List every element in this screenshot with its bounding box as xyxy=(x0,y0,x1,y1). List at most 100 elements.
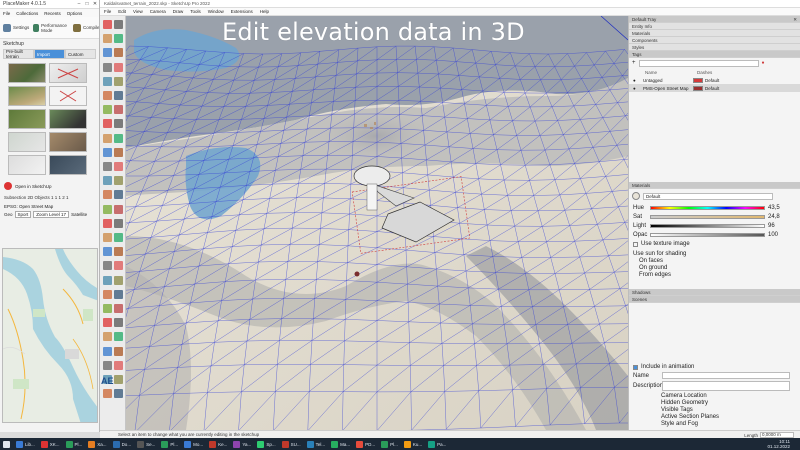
shadow-option[interactable]: On ground xyxy=(633,265,796,272)
zoom-select[interactable]: Zoom Level 17 xyxy=(33,211,70,218)
opacity-slider[interactable] xyxy=(650,233,765,237)
tool-icon[interactable] xyxy=(114,91,123,100)
tool-icon[interactable] xyxy=(114,360,123,370)
close-icon[interactable]: ✕ xyxy=(793,16,797,23)
menu-extensions[interactable]: Extensions xyxy=(231,8,253,15)
terrain-mesh[interactable] xyxy=(126,16,628,430)
taskbar-app[interactable]: Sp... xyxy=(254,439,278,449)
tool-icon[interactable] xyxy=(103,91,112,100)
terrain-thumbnail[interactable] xyxy=(49,109,87,129)
tool-icon[interactable] xyxy=(103,76,112,86)
taskbar-app[interactable]: XK... xyxy=(38,439,63,449)
taskbar-app[interactable]: Xa... xyxy=(85,439,109,449)
tool-icon[interactable] xyxy=(114,318,123,328)
tool-icon[interactable] xyxy=(103,261,112,271)
tab-options[interactable]: Options xyxy=(67,11,83,16)
tray-section-materials[interactable]: Materials xyxy=(629,30,800,37)
tool-icon[interactable] xyxy=(114,76,123,86)
menu-view[interactable]: View xyxy=(133,8,143,15)
tool-icon[interactable] xyxy=(114,289,123,299)
taskbar-app[interactable]: PD... xyxy=(353,439,378,449)
tool-icon[interactable] xyxy=(114,233,123,242)
tool-icon[interactable] xyxy=(114,162,123,171)
tag-row[interactable]: ● Untagged Default xyxy=(629,76,800,84)
subtab-custom[interactable]: Custom xyxy=(65,49,96,59)
taskbar-app[interactable]: Ya... xyxy=(230,439,254,449)
tool-icon[interactable] xyxy=(114,62,123,72)
terrain-thumbnail[interactable] xyxy=(8,155,46,175)
tool-icon[interactable] xyxy=(114,105,123,115)
tool-icon[interactable] xyxy=(114,389,123,399)
opacity-value[interactable]: 100 xyxy=(768,232,778,238)
menu-draw[interactable]: Draw xyxy=(173,8,184,15)
scene-description-input[interactable] xyxy=(662,381,790,391)
tool-icon[interactable] xyxy=(103,119,112,129)
tool-icon[interactable] xyxy=(103,318,112,328)
taskbar-app[interactable]: Se... xyxy=(134,439,158,449)
tool-icon[interactable] xyxy=(103,247,112,257)
model-viewport[interactable]: Edit elevation data in 3D xyxy=(126,16,628,430)
tray-section-entity-info[interactable]: Entity Info xyxy=(629,23,800,30)
sat-value[interactable]: 24,8 xyxy=(768,214,780,220)
tag-dashes[interactable]: Default xyxy=(705,78,719,83)
taskbar-app[interactable]: SU... xyxy=(279,439,304,449)
tool-icon[interactable] xyxy=(103,389,112,399)
taskbar-app[interactable]: Pl... xyxy=(63,439,86,449)
tool-icon[interactable] xyxy=(114,190,123,200)
terrain-thumbnail[interactable] xyxy=(8,63,46,83)
shadow-option[interactable]: Use sun for shading xyxy=(633,251,796,258)
scene-prop-option[interactable]: Hidden Geometry xyxy=(661,400,796,407)
terrain-thumbnail[interactable] xyxy=(49,132,87,152)
tool-icon[interactable] xyxy=(103,304,112,313)
tool-icon[interactable] xyxy=(114,304,123,313)
sat-slider[interactable] xyxy=(650,215,765,219)
light-slider[interactable] xyxy=(650,224,765,228)
tool-icon[interactable] xyxy=(114,332,123,342)
tool-icon[interactable] xyxy=(103,360,112,370)
tool-icon[interactable] xyxy=(103,34,112,44)
tool-icon[interactable] xyxy=(103,204,112,214)
menu-tools[interactable]: Tools xyxy=(190,8,201,15)
subtab-import[interactable]: Import xyxy=(34,49,65,59)
terrain-thumbnail[interactable] xyxy=(8,132,46,152)
tool-icon[interactable] xyxy=(114,48,123,58)
tool-icon[interactable] xyxy=(114,375,123,384)
tray-section-styles[interactable]: Styles xyxy=(629,44,800,51)
taskbar-app[interactable]: Mo... xyxy=(181,439,206,449)
shadow-option[interactable]: From edges xyxy=(633,272,796,279)
tool-icon[interactable] xyxy=(103,332,112,342)
close-icon[interactable]: ✕ xyxy=(91,1,99,7)
tool-icon[interactable] xyxy=(114,346,123,356)
tool-icon[interactable] xyxy=(114,133,123,143)
texture-checkbox[interactable] xyxy=(633,241,638,247)
tool-icon[interactable] xyxy=(103,62,112,72)
tab-recents[interactable]: Recents xyxy=(44,11,61,16)
shadows-panel-header[interactable]: Shadows xyxy=(629,289,800,296)
tool-icon[interactable] xyxy=(114,119,123,129)
taskbar-app[interactable]: Ke... xyxy=(206,439,230,449)
open-in-sketchup-button[interactable]: Open in SketchUp xyxy=(0,179,99,193)
tool-icon[interactable] xyxy=(103,233,112,242)
tool-icon[interactable] xyxy=(103,346,112,356)
scene-name-input[interactable] xyxy=(662,372,790,379)
terrain-thumbnail[interactable] xyxy=(49,63,87,83)
compile-button[interactable]: Compile xyxy=(73,23,99,32)
material-swatch[interactable] xyxy=(632,192,640,200)
tool-icon[interactable] xyxy=(103,133,112,143)
minimize-icon[interactable]: – xyxy=(75,1,83,7)
material-name-input[interactable]: Default xyxy=(643,192,773,200)
tray-section-components[interactable]: Components xyxy=(629,37,800,44)
performance-button[interactable]: Performance Mode xyxy=(33,23,69,33)
terrain-thumbnail[interactable] xyxy=(49,86,87,106)
menu-camera[interactable]: Camera xyxy=(150,8,166,15)
tool-icon[interactable] xyxy=(114,218,123,228)
menu-window[interactable]: Window xyxy=(208,8,224,15)
taskbar-app[interactable]: Lib... xyxy=(13,439,38,449)
tool-icon[interactable] xyxy=(114,147,123,157)
tool-icon[interactable] xyxy=(114,204,123,214)
terrain-thumbnail[interactable] xyxy=(8,109,46,129)
tool-icon[interactable] xyxy=(103,147,112,157)
tool-icon[interactable] xyxy=(114,275,123,285)
taskbar-app[interactable]: Pl... xyxy=(378,439,401,449)
taskbar-app[interactable]: Ku... xyxy=(401,439,425,449)
